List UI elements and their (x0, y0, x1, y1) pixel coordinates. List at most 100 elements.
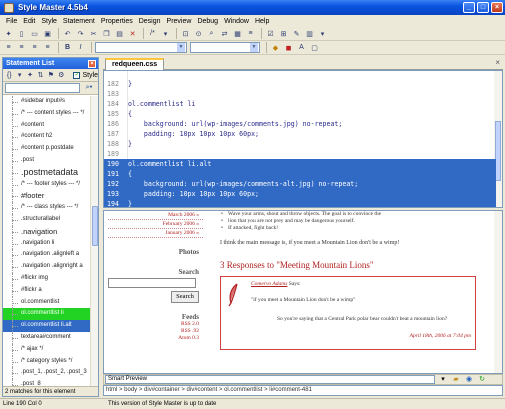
statement-item[interactable]: #flickr a (3, 284, 91, 297)
maximize-button[interactable]: □ (477, 2, 489, 13)
smart-preview-select[interactable]: Smart Preview (105, 375, 435, 384)
chevron-down-icon[interactable]: ▾ (438, 375, 448, 384)
statement-item[interactable]: #content h2 (3, 131, 91, 143)
new-menu-icon[interactable]: ✦ (3, 28, 14, 39)
statement-item[interactable]: /* category styles */ (3, 355, 91, 368)
braces-icon[interactable]: {} (5, 70, 13, 81)
menu-style[interactable]: Style (41, 18, 57, 25)
new-file-icon[interactable]: ▯ (16, 28, 27, 39)
archive-link[interactable]: March 2006 » (108, 211, 203, 220)
open-folder-icon[interactable]: ▭ (29, 28, 40, 39)
close-tab-icon[interactable]: × (495, 58, 500, 67)
statement-item[interactable]: .post (3, 154, 91, 167)
comment-date[interactable]: April 18th, 2006 at 7:04 pm (410, 333, 471, 339)
statement-item[interactable]: .navigation (3, 225, 91, 238)
statement-item[interactable]: #flickr img (3, 272, 91, 285)
statement-item[interactable]: .postmetadata (3, 166, 91, 179)
preview-search-input[interactable] (108, 278, 196, 288)
statement-item[interactable]: /* ajax */ (3, 343, 91, 356)
statement-scrollbar[interactable] (90, 96, 98, 388)
save-icon[interactable]: ▣ (42, 28, 53, 39)
filter-icon[interactable]: ⚑ (47, 70, 55, 81)
code-line[interactable]: 191{ (104, 169, 496, 179)
statement-item[interactable]: .navigation li (3, 237, 91, 250)
italic-icon[interactable]: I (75, 42, 86, 53)
statement-item[interactable]: .structurallabel (3, 213, 91, 226)
align-center-icon[interactable]: ≡ (16, 42, 27, 53)
bold-icon[interactable]: B (62, 42, 73, 53)
settings-icon[interactable]: ⚙ (57, 70, 65, 81)
code-line[interactable]: 182} (104, 79, 496, 89)
border-icon[interactable]: ▢ (309, 42, 320, 53)
paste-icon[interactable]: ▤ (114, 28, 125, 39)
statement-search-input[interactable] (5, 83, 80, 93)
code-line[interactable]: 190 ol.commentlist li.alt (104, 159, 496, 169)
code-line[interactable]: 189 (104, 149, 496, 159)
statement-item[interactable]: .post_1, .post_2, .post_3 (3, 367, 91, 379)
statement-item[interactable]: textarea#comment (3, 331, 91, 344)
comment-icon[interactable]: /* (147, 28, 158, 39)
font-family-select[interactable]: ▼ (95, 42, 187, 53)
statement-item[interactable]: /* --- footer styles --- */ (3, 178, 91, 191)
browser-icon[interactable]: ◉ (464, 375, 474, 384)
table-icon[interactable]: ▥ (304, 28, 315, 39)
preview-scrollbar[interactable] (494, 211, 502, 373)
color-picker-icon[interactable]: ◼ (283, 42, 294, 53)
duplicate-icon[interactable]: ✦ (26, 70, 34, 81)
add-icon[interactable]: ▾ (15, 70, 23, 81)
statement-item[interactable]: /* --- class styles --- */ (3, 202, 91, 214)
menu-window[interactable]: Window (224, 18, 249, 25)
align-right-icon[interactable]: ≡ (29, 42, 40, 53)
feed-link[interactable]: RSS .92 (108, 328, 203, 335)
statement-item[interactable]: #sidebar input#s (3, 96, 91, 108)
text-color-icon[interactable]: A (296, 42, 307, 53)
statement-item[interactable]: #content p.postdate (3, 143, 91, 155)
code-line[interactable]: 187 padding: 10px 10px 10px 60px; (104, 129, 496, 139)
statement-item[interactable]: ol.commentlist li.alt (3, 320, 91, 332)
comment-author[interactable]: Comervo Adams (251, 281, 287, 287)
code-line[interactable]: 188} (104, 139, 496, 149)
menu-properties[interactable]: Properties (101, 18, 133, 25)
statement-item[interactable]: #footer (3, 190, 91, 202)
menu-statement[interactable]: Statement (63, 18, 95, 25)
code-line[interactable]: 183 (104, 89, 496, 99)
statement-item[interactable]: .navigation .alignleft a (3, 249, 91, 261)
feed-link[interactable]: Atom 0.3 (108, 335, 203, 342)
code-line[interactable]: 185 { (104, 109, 496, 119)
scrollbar-thumb[interactable] (92, 206, 98, 246)
style-checkbox[interactable]: ✓ (73, 71, 81, 79)
list-icon[interactable]: ≡ (245, 28, 256, 39)
cut-icon[interactable]: ✂ (88, 28, 99, 39)
tab-redqueen-css[interactable]: redqueen.css (105, 58, 165, 70)
archive-link[interactable]: January 2006 » (108, 229, 203, 238)
menu-debug[interactable]: Debug (197, 18, 218, 25)
close-button[interactable]: × (491, 2, 503, 13)
grid-icon[interactable]: ▦ (232, 28, 243, 39)
link-icon[interactable]: ⊙ (193, 28, 204, 39)
statement-item[interactable]: .navigation .alignright a (3, 261, 91, 273)
justify-icon[interactable]: ≡ (42, 42, 53, 53)
validate-icon[interactable]: ☑ (265, 28, 276, 39)
redo-icon[interactable]: ↷ (75, 28, 86, 39)
menu-preview[interactable]: Preview (167, 18, 192, 25)
statement-item[interactable]: ol.commentlist li (3, 308, 91, 321)
delete-icon[interactable]: ✕ (127, 28, 138, 39)
align-left-icon[interactable]: ≡ (3, 42, 14, 53)
statement-icon[interactable]: ⊡ (180, 28, 191, 39)
menu-design[interactable]: Design (139, 18, 161, 25)
search-icon[interactable]: ⌕▾ (82, 83, 96, 93)
code-line[interactable]: 184 ol.commentlist li (104, 99, 496, 109)
sort-icon[interactable]: ⇅ (36, 70, 44, 81)
menu-file[interactable]: File (6, 18, 17, 25)
feed-link[interactable]: RSS 2.0 (108, 321, 203, 328)
find-icon[interactable]: ⌕ (206, 28, 217, 39)
preview-search-button[interactable]: Search (171, 291, 199, 303)
code-line[interactable]: 193 padding: 10px 10px 10px 60px; (104, 189, 496, 199)
font-size-select[interactable]: ▼ (190, 42, 260, 53)
paint-bucket-icon[interactable]: ◆ (270, 42, 281, 53)
statement-item[interactable]: #content (3, 119, 91, 132)
options-icon[interactable]: ▾ (160, 28, 171, 39)
code-line[interactable]: 194} (104, 199, 496, 207)
code-line[interactable]: 186 background: url(wp-images/comments.j… (104, 119, 496, 129)
close-icon[interactable]: × (88, 59, 96, 68)
